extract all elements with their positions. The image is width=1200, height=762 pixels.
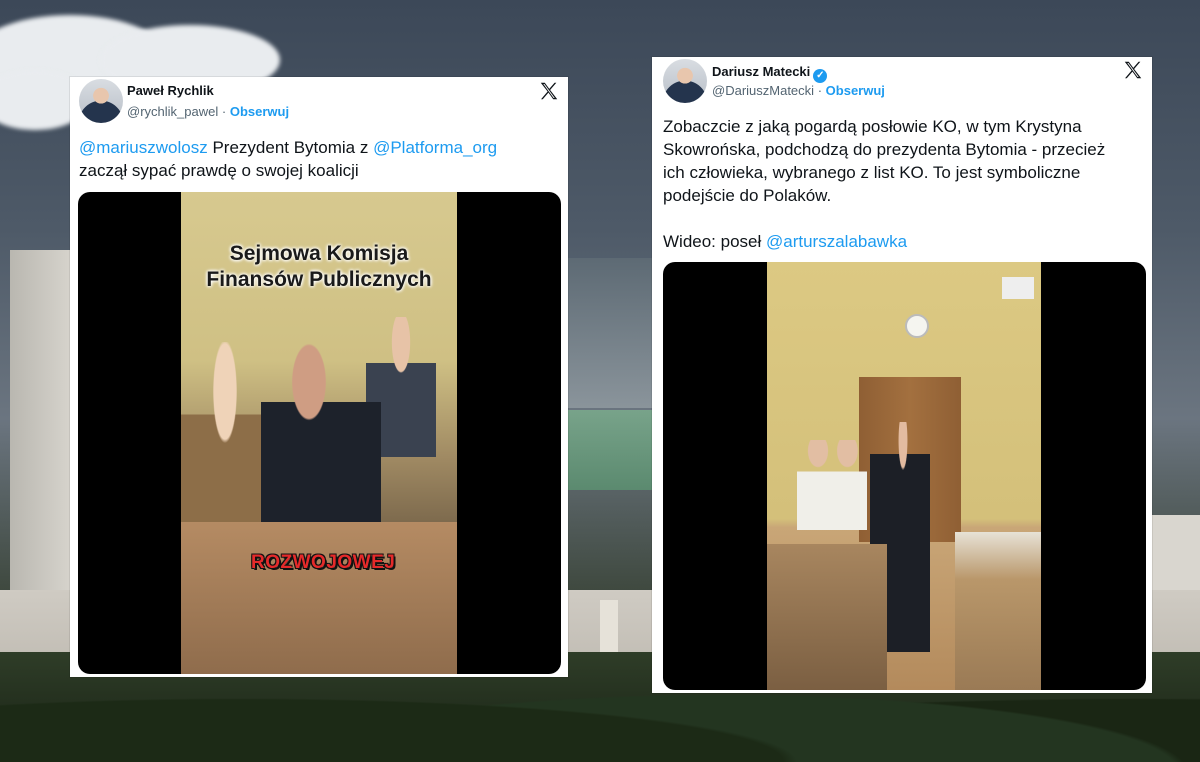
- tweet-text-part: Prezydent Bytomia z: [207, 138, 374, 157]
- author-handle-row: @DariuszMatecki · Obserwuj: [712, 83, 885, 98]
- author-handle-row: @rychlik_pawel · Obserwuj: [127, 104, 289, 119]
- tweet-text-line: ich człowieka, wybranego z list KO. To j…: [663, 163, 1081, 182]
- tweet-text: @mariuszwolosz Prezydent Bytomia z @Plat…: [79, 136, 559, 182]
- tweet-text-part: zaczął sypać prawdę o swojej koalicji: [79, 161, 359, 180]
- video-player[interactable]: Sejmowa Komisja Finansów Publicznych ROZ…: [78, 192, 561, 674]
- x-logo-icon[interactable]: [538, 80, 560, 102]
- author-name-text: Dariusz Matecki: [712, 64, 811, 79]
- verified-badge-icon: ✓: [813, 69, 828, 83]
- tweet-text-line: podejście do Polaków.: [663, 186, 832, 205]
- video-caption-line: Sejmowa Komisja: [229, 242, 409, 265]
- x-logo-icon[interactable]: [1122, 59, 1144, 81]
- building-green-roof: [568, 410, 658, 490]
- mention-link[interactable]: @arturszalabawka: [766, 232, 907, 251]
- author-handle[interactable]: @rychlik_pawel: [127, 104, 218, 119]
- video-player[interactable]: [663, 262, 1146, 690]
- clock-icon: [905, 314, 929, 338]
- separator-dot: ·: [817, 83, 823, 98]
- tweet-card-2: Dariusz Matecki ✓ @DariuszMatecki · Obser…: [652, 57, 1152, 693]
- video-frame: [767, 262, 1041, 690]
- avatar[interactable]: [79, 79, 123, 123]
- mention-link[interactable]: @Platforma_org: [373, 138, 497, 157]
- mention-link[interactable]: @mariuszwolosz: [79, 138, 208, 157]
- tweet-text: Zobaczcie z jaką pogardą posłowie KO, w …: [663, 115, 1148, 253]
- tweet-card-1: Paweł Rychlik @rychlik_pawel · Obserwuj …: [70, 77, 568, 677]
- video-credit-prefix: Wideo: poseł: [663, 232, 766, 251]
- video-caption-line: Finansów Publicznych: [206, 268, 432, 291]
- author-handle[interactable]: @DariuszMatecki: [712, 83, 814, 98]
- building-tower: [10, 250, 70, 610]
- author-name[interactable]: Paweł Rychlik: [127, 83, 214, 98]
- author-name[interactable]: Dariusz Matecki ✓: [712, 64, 828, 83]
- separator-dot: ·: [221, 104, 227, 119]
- video-credit: Wideo: poseł @arturszalabawka: [663, 230, 1148, 253]
- tweet-text-line: Zobaczcie z jaką pogardą posłowie KO, w …: [663, 117, 1082, 136]
- video-subtitle: ROZWOJOWEJ: [251, 552, 396, 573]
- follow-button[interactable]: Obserwuj: [230, 104, 289, 119]
- avatar[interactable]: [663, 59, 707, 103]
- video-frame: Sejmowa Komisja Finansów Publicznych ROZ…: [181, 192, 457, 674]
- follow-button[interactable]: Obserwuj: [826, 83, 885, 98]
- tweet-text-line: Skowrońska, podchodzą do prezydenta Byto…: [663, 140, 1106, 159]
